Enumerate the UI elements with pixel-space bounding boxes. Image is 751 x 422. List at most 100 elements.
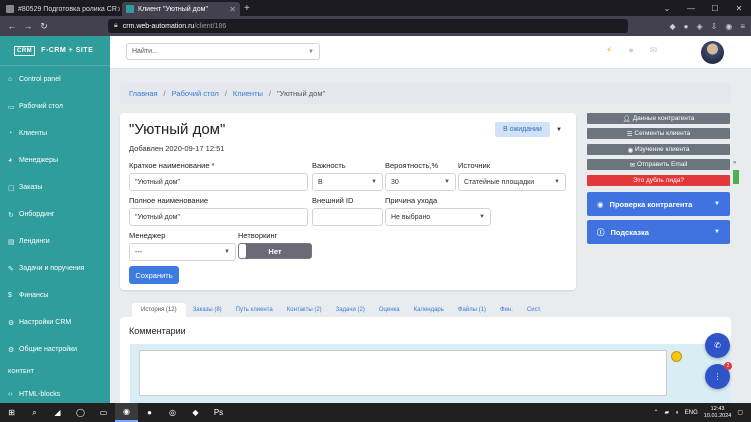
sidebar-item-orders[interactable]: ▢ Заказы bbox=[0, 174, 110, 201]
manager-select[interactable]: --- ▼ bbox=[129, 243, 236, 261]
windows-start-icon[interactable]: ⊞ bbox=[0, 403, 23, 422]
shield-icon[interactable]: ◆ bbox=[669, 22, 675, 31]
tab-finance[interactable]: Фин. bbox=[493, 303, 520, 317]
sidebar-item-html-blocks[interactable]: ‹› HTML-blocks bbox=[0, 381, 110, 403]
language-indicator[interactable]: ENG bbox=[685, 410, 698, 416]
source-select[interactable]: Статейные площадки ▼ bbox=[458, 173, 566, 191]
breadcrumb-home[interactable]: Главная bbox=[129, 89, 158, 98]
tab-list-icon[interactable]: ⌄ bbox=[655, 4, 679, 13]
network-icon[interactable]: ▰ bbox=[665, 409, 670, 416]
chat-fab[interactable]: ⋮ 2 bbox=[705, 362, 732, 389]
explorer-icon[interactable]: ▭ bbox=[92, 403, 115, 422]
full-name-input[interactable]: "Уютный дом" bbox=[129, 208, 308, 226]
sidebar-item-label: Настройки CRM bbox=[19, 319, 72, 326]
sidebar-item-landings[interactable]: ▤ Лендинги bbox=[0, 228, 110, 255]
tab-rating[interactable]: Оценка bbox=[372, 303, 407, 317]
caret-down-icon[interactable]: ▼ bbox=[552, 122, 566, 137]
opera-icon[interactable]: ◯ bbox=[69, 403, 92, 422]
photoshop-icon[interactable]: Ps bbox=[207, 403, 230, 422]
send-email-button[interactable]: ✉ Отправить Email bbox=[587, 159, 730, 170]
tab-tasks[interactable]: Задачи (2) bbox=[329, 303, 372, 317]
menu-icon[interactable]: ≡ bbox=[740, 22, 745, 31]
pocket-icon[interactable]: ◈ bbox=[696, 22, 702, 31]
search-icon[interactable]: ⌕ bbox=[23, 403, 46, 422]
sidebar-item-onboarding[interactable]: ↻ Онбординг bbox=[0, 201, 110, 228]
importance-select[interactable]: B ▼ bbox=[312, 173, 383, 191]
envelope-icon[interactable]: ✉ bbox=[650, 45, 658, 56]
tray-chevron-icon[interactable]: ⌃ bbox=[654, 409, 659, 416]
volume-icon[interactable]: ◖ bbox=[675, 410, 679, 416]
browser-icon[interactable]: ● bbox=[138, 403, 161, 422]
button-label: Изучение клиента bbox=[634, 146, 690, 153]
bolt-icon[interactable]: ⚡ bbox=[606, 45, 612, 56]
app-icon[interactable]: ◆ bbox=[184, 403, 207, 422]
browser-tab-active[interactable]: Клиент "Уютный дом" ✕ bbox=[122, 2, 240, 16]
clock[interactable]: 12:43 10.01.2024 bbox=[704, 406, 732, 420]
bell-icon[interactable]: ● bbox=[628, 45, 633, 56]
account-icon[interactable]: ◉ bbox=[725, 22, 732, 31]
extension-icon[interactable]: ● bbox=[684, 22, 689, 31]
tab-contacts[interactable]: Контакты (2) bbox=[280, 303, 329, 317]
status-button[interactable]: В ожидании bbox=[495, 122, 550, 137]
firefox-icon[interactable]: ◉ bbox=[115, 403, 138, 422]
minimize-icon[interactable]: — bbox=[679, 4, 703, 13]
cart-icon: ▢ bbox=[8, 184, 15, 192]
probability-select[interactable]: 30 ▼ bbox=[385, 173, 456, 191]
emoji-icon[interactable] bbox=[671, 351, 682, 362]
tab-history[interactable]: История (12) bbox=[132, 303, 186, 317]
download-icon[interactable]: ⇩ bbox=[711, 22, 718, 31]
forward-icon[interactable]: → bbox=[22, 21, 34, 31]
networking-toggle[interactable]: Нет bbox=[238, 243, 312, 259]
check-counterparty-panel[interactable]: ◉ Проверка контрагента ▼ bbox=[587, 192, 730, 216]
close-tab-icon[interactable]: ✕ bbox=[229, 5, 236, 14]
new-tab-icon[interactable]: + bbox=[244, 2, 250, 16]
url-bar[interactable]: 🔒︎ crm.web-automation.ru/client/186 bbox=[108, 19, 628, 33]
sidebar-item-general-settings[interactable]: ⚙ Общие настройки bbox=[0, 336, 110, 363]
counterparty-data-button[interactable]: 👤︎ Данные контрагента bbox=[587, 113, 730, 124]
sidebar-item-label: Клиенты bbox=[19, 130, 48, 137]
sidebar-item-label: Менеджеры bbox=[19, 157, 58, 164]
client-segments-button[interactable]: ☰ Сегменты клиента bbox=[587, 128, 730, 139]
tab-client-path[interactable]: Путь клиента bbox=[229, 303, 280, 317]
code-icon: ‹› bbox=[8, 391, 13, 398]
browser-tab[interactable]: #80529 Подготовка ролика CR ✕ bbox=[2, 2, 120, 16]
reason-select[interactable]: Не выбрано ▼ bbox=[385, 208, 491, 226]
telegram-icon[interactable]: ◢ bbox=[46, 403, 69, 422]
save-button[interactable]: Сохранить bbox=[129, 266, 179, 284]
obs-icon[interactable]: ◎ bbox=[161, 403, 184, 422]
sidebar-item-control-panel[interactable]: ⌂ Control panel bbox=[0, 66, 110, 93]
avatar[interactable] bbox=[701, 41, 724, 64]
brand[interactable]: CRM F-CRM + SITE bbox=[0, 36, 110, 66]
sidebar-item-managers[interactable]: ◕ Менеджеры bbox=[0, 147, 110, 174]
comment-textarea[interactable] bbox=[139, 350, 667, 396]
gear-icon: ⚙ bbox=[8, 319, 15, 327]
reload-icon[interactable]: ↻ bbox=[38, 21, 50, 32]
maximize-icon[interactable]: ☐ bbox=[703, 4, 727, 13]
back-icon[interactable]: ← bbox=[6, 21, 18, 31]
sidebar-item-desktop[interactable]: ▭ Рабочий стол bbox=[0, 93, 110, 120]
side-widget-tab[interactable] bbox=[733, 170, 739, 184]
tab-files[interactable]: Файлы (1) bbox=[451, 303, 493, 317]
close-window-icon[interactable]: ✕ bbox=[727, 4, 751, 13]
external-id-input[interactable] bbox=[312, 208, 383, 226]
short-name-input[interactable]: "Уютный дом" bbox=[129, 173, 308, 191]
sidebar-item-label: Общие настройки bbox=[19, 346, 78, 353]
button-label: Сегменты клиента bbox=[634, 130, 691, 137]
close-tab-icon[interactable]: ✕ bbox=[117, 5, 120, 14]
search-select[interactable]: Найти... ▼ bbox=[126, 43, 320, 60]
study-client-button[interactable]: ◉ Изучение клиента bbox=[587, 144, 730, 155]
breadcrumb-clients[interactable]: Клиенты bbox=[233, 89, 263, 98]
tab-calendar[interactable]: Календарь bbox=[407, 303, 451, 317]
duplicate-lead-button[interactable]: Это дубль лида? bbox=[587, 175, 730, 186]
breadcrumb-desktop[interactable]: Рабочий стол bbox=[172, 89, 219, 98]
comment-box bbox=[130, 344, 731, 403]
sidebar-item-crm-settings[interactable]: ⚙ Настройки CRM bbox=[0, 309, 110, 336]
sidebar-item-clients[interactable]: ◔ Клиенты bbox=[0, 120, 110, 147]
sidebar-item-finance[interactable]: $ Финансы bbox=[0, 282, 110, 309]
tab-orders[interactable]: Заказы (8) bbox=[186, 303, 229, 317]
notifications-icon[interactable]: ▢ bbox=[737, 409, 743, 416]
tab-system[interactable]: Сист. bbox=[520, 303, 548, 317]
phone-fab[interactable]: ✆ bbox=[705, 333, 730, 358]
hint-panel[interactable]: ⓘ Подсказка ▼ bbox=[587, 220, 730, 244]
sidebar-item-tasks[interactable]: ✎ Задачи и поручения bbox=[0, 255, 110, 282]
